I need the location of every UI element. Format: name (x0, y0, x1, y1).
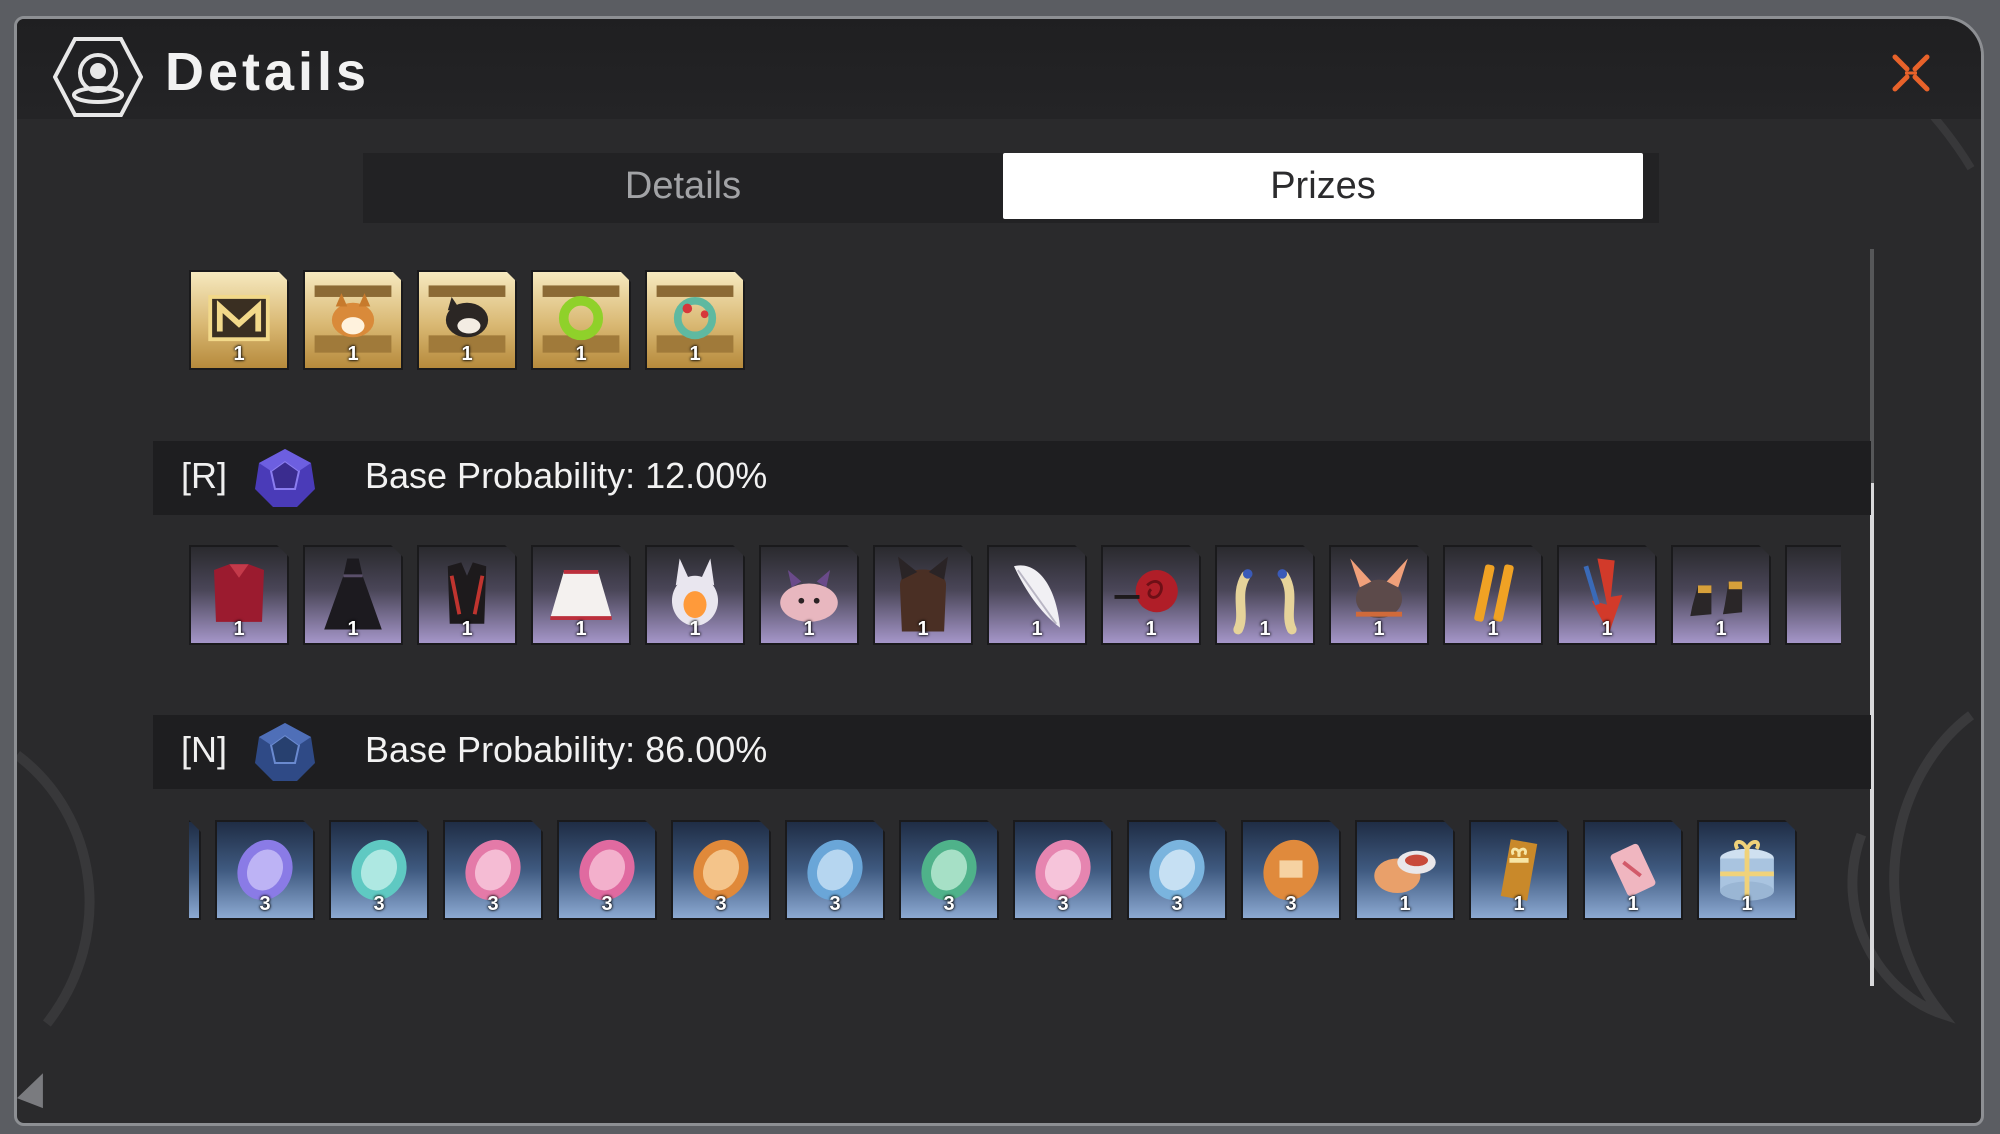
purple-d12-gem-icon (255, 449, 315, 507)
prize-item-pink-token[interactable]: 3 (443, 820, 543, 920)
prize-item-orange-token[interactable]: 3 (671, 820, 771, 920)
item-quantity: 1 (1145, 618, 1157, 640)
item-quantity: 1 (1487, 618, 1499, 640)
item-quantity: 1 (233, 343, 245, 365)
prize-item-orange-pins[interactable]: 1 (1443, 545, 1543, 645)
item-quantity: 1 (461, 343, 473, 365)
prize-item-blue-gift-box[interactable]: 1 (1697, 820, 1797, 920)
prize-item-black-dog-box[interactable]: 1 (417, 270, 517, 370)
item-quantity: 1 (233, 618, 245, 640)
gacha-emblem-icon (53, 37, 143, 117)
item-quantity: 3 (1171, 893, 1183, 915)
prize-item-fox-hood[interactable]: 1 (645, 545, 745, 645)
prize-item-pink-token-3[interactable]: 3 (1013, 820, 1113, 920)
close-icon[interactable] (1891, 53, 1931, 93)
details-dialog: Details Details Prizes 1 1 1 1 1 [R] Bas… (14, 16, 1984, 1126)
rarity-r-prize-row: 1 1 1 1 1 1 1 1 1 1 1 1 1 1 (189, 545, 1841, 646)
prize-item-pig-plush[interactable]: 1 (759, 545, 859, 645)
item-quantity: 1 (1741, 893, 1753, 915)
tab-bar: Details Prizes (363, 153, 1659, 223)
prize-item-red-arrow-ornament[interactable]: 1 (1557, 545, 1657, 645)
rarity-label: [R] (181, 455, 228, 496)
item-quantity: 1 (689, 618, 701, 640)
prize-item-green-token[interactable]: 3 (899, 820, 999, 920)
item-quantity: 3 (373, 893, 385, 915)
item-quantity: 3 (259, 893, 271, 915)
tab-details[interactable]: Details (363, 153, 1003, 219)
page-title: Details (165, 42, 371, 102)
prize-item-light-blue-token[interactable]: 3 (1127, 820, 1227, 920)
item-quantity: 1 (1373, 618, 1385, 640)
prize-item-green-wreath-box[interactable]: 1 (531, 270, 631, 370)
prize-item-cream-tin[interactable]: 1 (1355, 820, 1455, 920)
item-quantity: 1 (575, 618, 587, 640)
rarity-r-header: [R] Base Probability: 12.00% (153, 441, 1871, 515)
item-quantity: 1 (1259, 618, 1271, 640)
prize-item-pink-token-2[interactable]: 3 (557, 820, 657, 920)
prize-item-white-feather[interactable]: 1 (987, 545, 1087, 645)
prize-item-black-red-vest[interactable]: 1 (417, 545, 517, 645)
item-quantity: 1 (575, 343, 587, 365)
prize-item-red-top[interactable]: 1 (189, 545, 289, 645)
prize-item-aqua-token[interactable]: 3 (329, 820, 429, 920)
item-quantity: 3 (1285, 893, 1297, 915)
prize-item-partial[interactable] (189, 820, 201, 920)
prize-item-partial[interactable] (1785, 545, 1841, 645)
item-quantity: 3 (943, 893, 955, 915)
prize-item-white-skirt[interactable]: 1 (531, 545, 631, 645)
item-quantity: 1 (689, 343, 701, 365)
item-quantity: 1 (1031, 618, 1043, 640)
item-quantity: 1 (803, 618, 815, 640)
prize-item-cat-ear-wig[interactable]: 1 (873, 545, 973, 645)
prize-item-pink-candy[interactable]: 1 (1583, 820, 1683, 920)
prize-item-black-boots[interactable]: 1 (1671, 545, 1771, 645)
rarity-n-header: [N] Base Probability: 86.00% (153, 715, 1871, 789)
prize-item-corgi-box[interactable]: 1 (303, 270, 403, 370)
prize-item-red-wreath-box[interactable]: 1 (645, 270, 745, 370)
dialog-header: Details (17, 19, 1981, 119)
prize-item-red-rose[interactable]: 1 (1101, 545, 1201, 645)
item-quantity: 3 (487, 893, 499, 915)
prize-item-medal-box[interactable]: 1 (189, 270, 289, 370)
top-prize-row: 1 1 1 1 1 (189, 270, 1841, 371)
item-quantity: 1 (461, 618, 473, 640)
prize-item-blonde-twintails[interactable]: 1 (1215, 545, 1315, 645)
tab-prizes[interactable]: Prizes (1003, 153, 1643, 219)
item-quantity: 3 (829, 893, 841, 915)
prize-item-bunny-hat[interactable]: 1 (1329, 545, 1429, 645)
item-quantity: 1 (1601, 618, 1613, 640)
item-quantity: 1 (1399, 893, 1411, 915)
prize-item-black-dress[interactable]: 1 (303, 545, 403, 645)
prize-item-purple-token[interactable]: 3 (215, 820, 315, 920)
blue-d12-gem-icon (255, 723, 315, 781)
item-quantity: 1 (1513, 893, 1525, 915)
item-quantity: 1 (917, 618, 929, 640)
prize-item-gold-gift-box[interactable]: 1 (1469, 820, 1569, 920)
item-quantity: 1 (1715, 618, 1727, 640)
item-quantity: 1 (1627, 893, 1639, 915)
item-quantity: 1 (347, 343, 359, 365)
item-quantity: 1 (347, 618, 359, 640)
base-probability: Base Probability: 86.00% (365, 729, 768, 770)
item-quantity: 3 (1057, 893, 1069, 915)
item-quantity: 3 (715, 893, 727, 915)
prize-item-orange-book-token[interactable]: 3 (1241, 820, 1341, 920)
base-probability: Base Probability: 12.00% (365, 455, 768, 496)
item-quantity: 3 (601, 893, 613, 915)
rarity-n-prize-row: 3 3 3 3 3 3 3 3 3 3 1 1 1 1 (189, 820, 1841, 921)
rarity-label: [N] (181, 729, 228, 770)
prize-item-blue-token[interactable]: 3 (785, 820, 885, 920)
